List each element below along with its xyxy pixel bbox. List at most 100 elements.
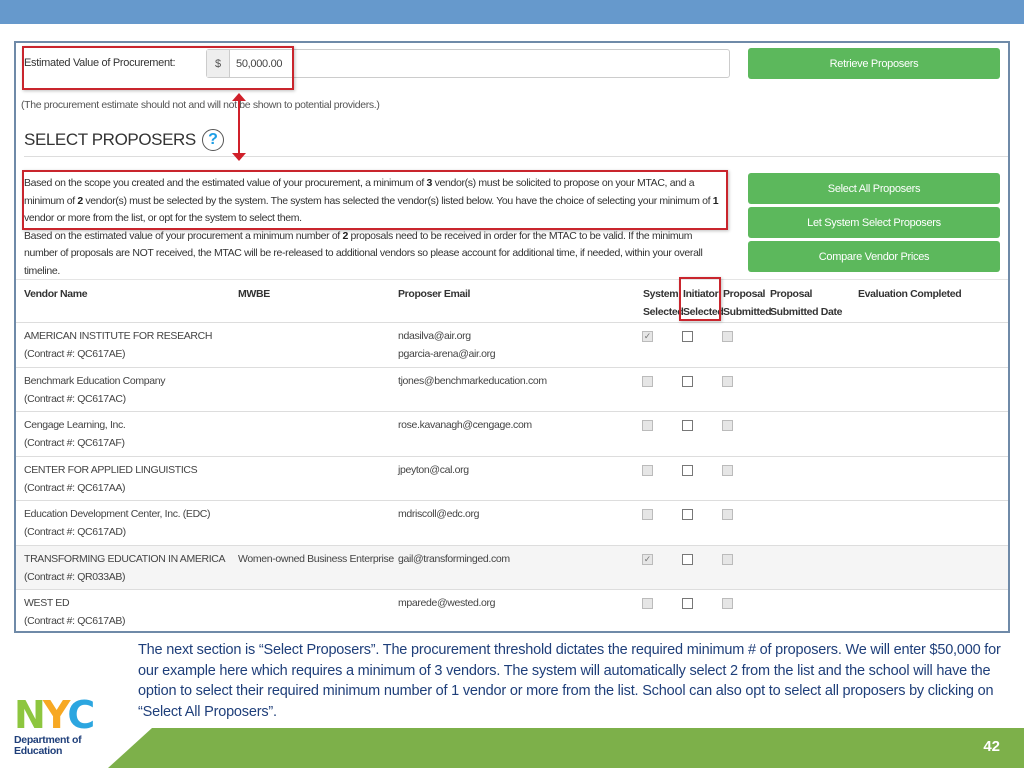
vendor-name: Benchmark Education Company bbox=[24, 374, 166, 387]
selection-requirements-text: Based on the scope you created and the e… bbox=[24, 175, 724, 280]
email-cell: mparede@wested.org bbox=[398, 594, 496, 612]
initiator-selected-checkbox[interactable] bbox=[682, 375, 693, 387]
table-row: Cengage Learning, Inc. (Contract #: QC617… bbox=[16, 412, 1008, 457]
proposer-email-secondary: pgarcia-arena@air.org bbox=[398, 348, 496, 360]
table-row: Benchmark Education Company (Contract #: … bbox=[16, 368, 1008, 412]
vendor-name: Education Development Center, Inc. (EDC) bbox=[24, 508, 211, 520]
initiator-selected-checkbox[interactable] bbox=[682, 420, 693, 431]
header-proposal-submitted: Proposal Submitted bbox=[723, 288, 772, 318]
help-icon[interactable]: ? bbox=[201, 129, 224, 151]
proposal-submitted-checkbox bbox=[722, 464, 733, 476]
vendor-name: WEST ED bbox=[24, 597, 70, 609]
proposal-minimum-info: Based on the estimated value of your pro… bbox=[24, 229, 703, 277]
vendor-cell: Education Development Center, Inc. (EDC)… bbox=[24, 505, 211, 541]
proposal-submitted-checkbox bbox=[722, 598, 733, 609]
vendor-table-body: AMERICAN INSTITUTE FOR RESEARCH (Contract… bbox=[16, 323, 1008, 631]
estimated-value-label: Estimated Value of Procurement: bbox=[24, 57, 176, 69]
vendor-name: CENTER FOR APPLIED LINGUISTICS bbox=[24, 463, 198, 476]
compare-vendor-prices-button[interactable]: Compare Vendor Prices bbox=[748, 241, 1000, 272]
email-cell: gail@transforminged.com bbox=[398, 550, 510, 568]
currency-addon: $ bbox=[207, 50, 230, 77]
section-title-text: SELECT PROPOSERS bbox=[24, 130, 196, 149]
initiator-selected-checkbox[interactable] bbox=[682, 464, 693, 476]
retrieve-proposers-button[interactable]: Retrieve Proposers bbox=[748, 48, 1000, 79]
logo-letter-c: C bbox=[67, 693, 95, 737]
vendor-cell: CENTER FOR APPLIED LINGUISTICS (Contract … bbox=[24, 461, 198, 497]
slide-top-bar bbox=[0, 0, 1024, 24]
logo-department-text: Department of Education bbox=[14, 734, 82, 757]
vendor-cell: Cengage Learning, Inc. (Contract #: QC617… bbox=[24, 416, 126, 452]
contract-number: (Contract #: QC617AE) bbox=[24, 348, 126, 360]
system-selected-checkbox bbox=[642, 420, 653, 431]
nyc-doe-logo: N Y C Department of Education bbox=[14, 693, 106, 757]
initiator-selected-checkbox[interactable] bbox=[682, 331, 693, 342]
system-selected-checkbox bbox=[642, 509, 653, 520]
proposer-email: tjones@benchmarkeducation.com bbox=[398, 374, 547, 387]
proposal-submitted-checkbox bbox=[722, 331, 733, 342]
proposer-email: gail@transforminged.com bbox=[398, 552, 510, 565]
header-initiator-selected: Initiator Selected bbox=[683, 288, 724, 318]
email-cell: mdriscoll@edc.org bbox=[398, 505, 480, 523]
header-evaluation-completed: Evaluation Completed bbox=[858, 288, 962, 300]
header-proposer-email: Proposer Email bbox=[398, 288, 471, 300]
section-divider bbox=[24, 156, 1008, 157]
initiator-selected-checkbox[interactable] bbox=[682, 598, 693, 609]
vendor-name: Cengage Learning, Inc. bbox=[24, 419, 126, 431]
annotation-arrow-up-icon bbox=[232, 93, 246, 101]
table-row: WEST ED (Contract #: QC617AB) mparede@west… bbox=[16, 590, 1008, 631]
logo-letter-n: N bbox=[14, 693, 46, 737]
vendor-name: AMERICAN INSTITUTE FOR RESEARCH bbox=[24, 330, 213, 342]
contract-number: (Contract #: QC617AC) bbox=[24, 392, 126, 405]
email-cell: tjones@benchmarkeducation.com bbox=[398, 372, 547, 390]
initiator-selected-checkbox[interactable] bbox=[682, 509, 693, 520]
header-system-selected: System Selected bbox=[643, 288, 684, 318]
email-cell: jpeyton@cal.org bbox=[398, 461, 469, 479]
mwbe-cell: Women-owned Business Enterprise bbox=[238, 552, 394, 565]
table-header: Vendor Name MWBE Proposer Email System Se… bbox=[16, 279, 1008, 323]
select-all-proposers-button[interactable]: Select All Proposers bbox=[748, 173, 1000, 204]
proposer-email: mdriscoll@edc.org bbox=[398, 508, 480, 520]
proposal-submitted-checkbox bbox=[722, 553, 733, 565]
system-selected-checkbox: ✓ bbox=[642, 331, 653, 342]
proposer-email: ndasilva@air.org bbox=[398, 330, 471, 342]
table-row: AMERICAN INSTITUTE FOR RESEARCH (Contract… bbox=[16, 323, 1008, 368]
email-cell: ndasilva@air.org pgarcia-arena@air.org bbox=[398, 327, 496, 363]
contract-number: (Contract #: QR033AB) bbox=[24, 570, 126, 583]
header-vendor-name: Vendor Name bbox=[24, 288, 88, 300]
table-row: Education Development Center, Inc. (EDC)… bbox=[16, 501, 1008, 546]
vendor-name: TRANSFORMING EDUCATION IN AMERICA bbox=[24, 552, 226, 565]
estimated-value-input-group: $ bbox=[206, 49, 730, 78]
vendor-minimum-info: Based on the scope you created and the e… bbox=[24, 177, 719, 224]
slide-caption: The next section is “Select Proposers”. … bbox=[138, 642, 1001, 720]
contract-number: (Contract #: QC617AA) bbox=[24, 481, 126, 494]
estimate-privacy-note: (The procurement estimate should not and… bbox=[21, 99, 380, 111]
page-number: 42 bbox=[983, 738, 1000, 755]
footer-green-band bbox=[108, 728, 1024, 768]
system-selected-checkbox bbox=[642, 464, 653, 476]
email-cell: rose.kavanagh@cengage.com bbox=[398, 416, 532, 434]
vendor-cell: TRANSFORMING EDUCATION IN AMERICA (Contra… bbox=[24, 550, 226, 586]
proposal-submitted-checkbox bbox=[722, 509, 733, 520]
proposer-email: rose.kavanagh@cengage.com bbox=[398, 419, 532, 431]
let-system-select-proposers-button[interactable]: Let System Select Proposers bbox=[748, 207, 1000, 238]
vendor-cell: AMERICAN INSTITUTE FOR RESEARCH (Contract… bbox=[24, 327, 212, 363]
vendor-cell: Benchmark Education Company (Contract #: … bbox=[24, 372, 165, 408]
proposer-email: jpeyton@cal.org bbox=[398, 463, 469, 476]
vendor-cell: WEST ED (Contract #: QC617AB) bbox=[24, 594, 126, 630]
annotation-arrow-line bbox=[238, 95, 240, 159]
system-selected-checkbox bbox=[642, 598, 653, 609]
initiator-selected-checkbox[interactable] bbox=[682, 553, 693, 565]
table-row: TRANSFORMING EDUCATION IN AMERICA (Contra… bbox=[16, 545, 1008, 590]
annotation-arrow-down-icon bbox=[232, 153, 246, 161]
system-selected-checkbox bbox=[642, 375, 653, 387]
proposer-email: mparede@wested.org bbox=[398, 597, 496, 609]
section-title: SELECT PROPOSERS ? bbox=[24, 129, 224, 151]
contract-number: (Contract #: QC617AD) bbox=[24, 526, 126, 538]
estimated-value-input[interactable] bbox=[230, 50, 729, 77]
nyc-logo-letters: N Y C bbox=[14, 693, 106, 737]
contract-number: (Contract #: QC617AF) bbox=[24, 437, 125, 449]
table-row: CENTER FOR APPLIED LINGUISTICS (Contract … bbox=[16, 457, 1008, 501]
logo-letter-y: Y bbox=[42, 693, 70, 737]
proposal-submitted-checkbox bbox=[722, 375, 733, 387]
proposal-submitted-checkbox bbox=[722, 420, 733, 431]
